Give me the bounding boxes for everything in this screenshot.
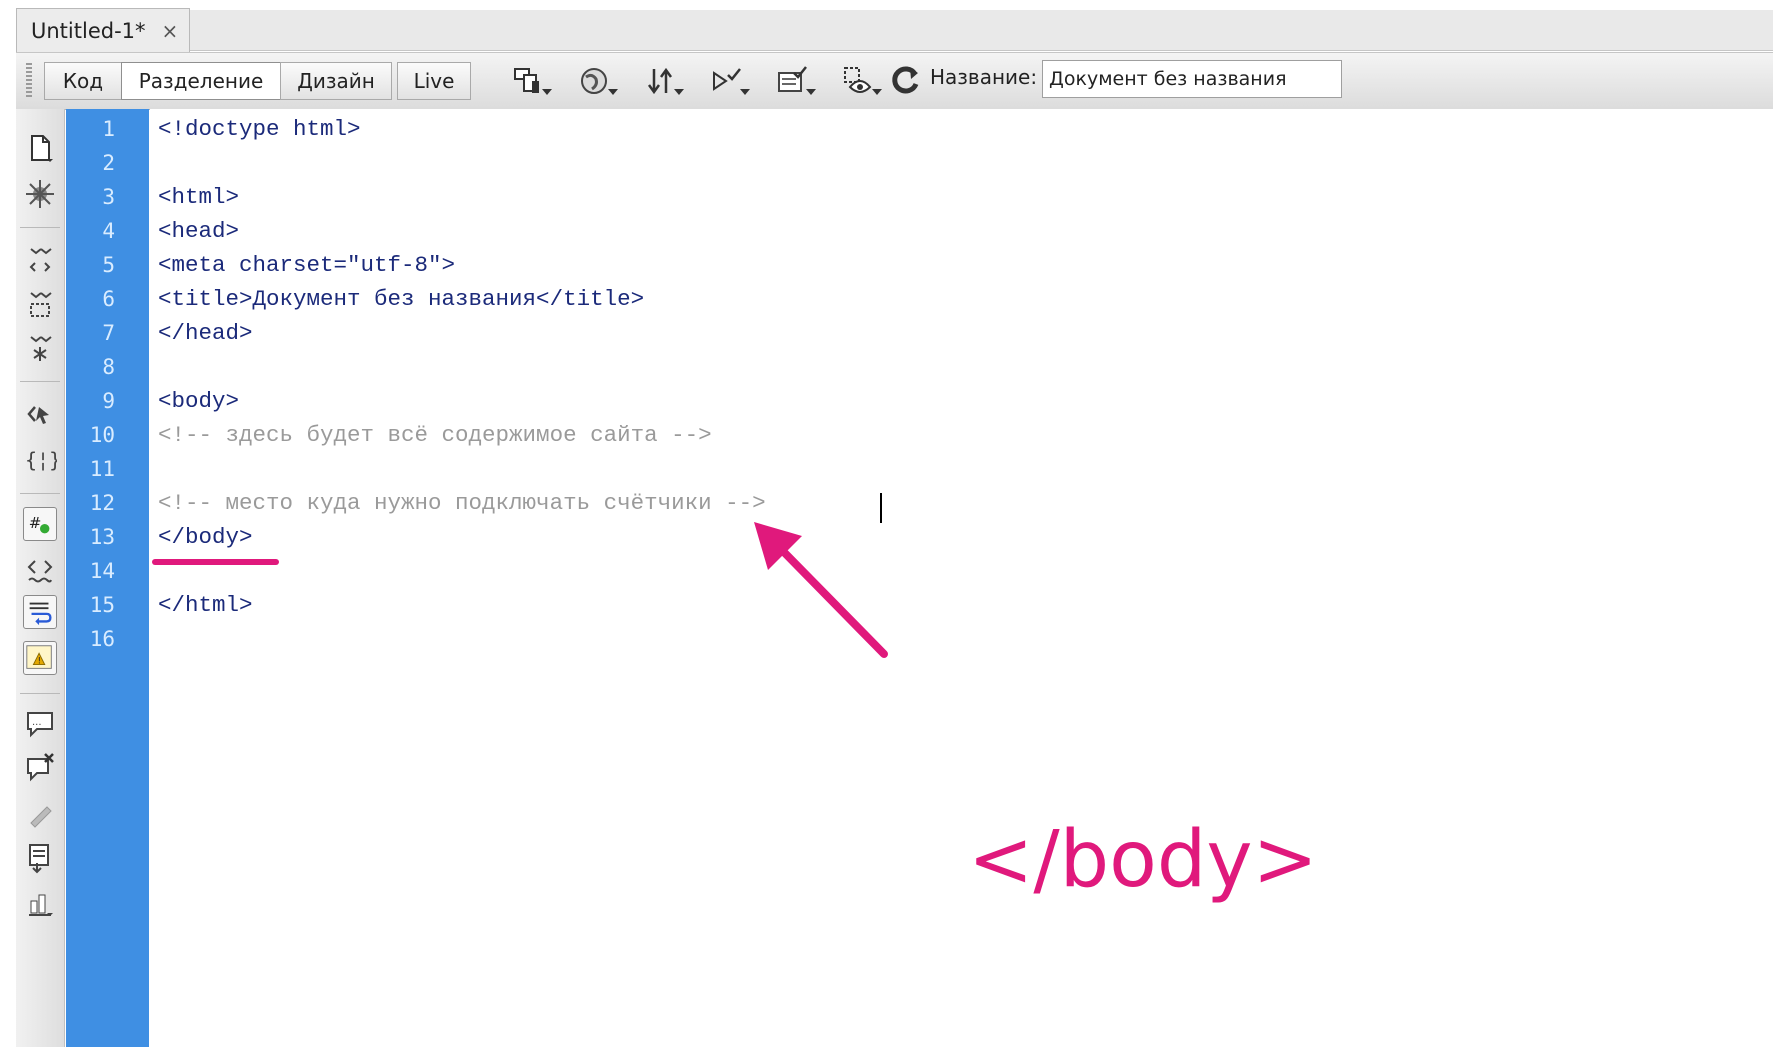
move-css-icon[interactable]: [23, 887, 57, 921]
line-number: 6: [102, 287, 115, 311]
code-line[interactable]: <body>: [158, 384, 239, 418]
code-line[interactable]: <head>: [158, 214, 239, 248]
line-number: 12: [89, 491, 115, 515]
toolbar-divider: [20, 381, 60, 382]
code-editor[interactable]: <!doctype html> <html> <head> <meta char…: [150, 109, 1773, 1047]
split-view-button[interactable]: Разделение: [121, 62, 281, 100]
line-number: 15: [89, 593, 115, 617]
line-number: 9: [102, 389, 115, 413]
line-number: 10: [89, 423, 115, 447]
design-view-button[interactable]: Дизайн: [280, 62, 392, 100]
select-parent-tag-icon[interactable]: [23, 397, 57, 431]
code-line[interactable]: <!doctype html>: [158, 112, 361, 146]
open-documents-icon[interactable]: [23, 131, 57, 165]
syntax-error-alerts-icon[interactable]: !: [23, 641, 57, 675]
document-title-input[interactable]: [1042, 60, 1342, 98]
collapse-selection-icon[interactable]: [23, 287, 57, 321]
apply-comment-icon[interactable]: ...: [23, 707, 57, 741]
toolbar-grip[interactable]: [26, 63, 32, 99]
svg-text:!: !: [38, 656, 41, 666]
line-number: 16: [89, 627, 115, 651]
coding-toolbar: {¦} # ! ...: [16, 109, 65, 1047]
toolbar-divider: [20, 227, 60, 228]
collapse-full-tag-icon[interactable]: [23, 243, 57, 277]
annotation-label: </body>: [968, 815, 1318, 905]
tab-bar-background: [190, 10, 1773, 51]
code-line[interactable]: <meta charset="utf-8">: [158, 248, 455, 282]
line-number: 5: [102, 253, 115, 277]
expand-all-icon[interactable]: [23, 331, 57, 365]
line-number: 1: [102, 117, 115, 141]
line-number: 14: [89, 559, 115, 583]
w3c-validation-icon[interactable]: [704, 61, 756, 101]
code-comment-line[interactable]: <!-- здесь будет всё содержимое сайта --…: [158, 418, 712, 452]
live-view-button[interactable]: Live: [397, 62, 471, 100]
code-line[interactable]: </body>: [158, 520, 253, 554]
annotation-arrow-icon: [754, 522, 888, 658]
title-label: Название:: [930, 65, 1038, 89]
code-line[interactable]: <title>Документ без названия</title>: [158, 282, 644, 316]
svg-text:#: #: [29, 514, 42, 532]
code-line[interactable]: </head>: [158, 316, 253, 350]
remove-comment-icon[interactable]: [23, 751, 57, 785]
code-view-button[interactable]: Код: [44, 62, 122, 100]
line-number-gutter: 1 2 3 4 5 6 7 8 9 10 11 12 13 14 15 16: [66, 109, 149, 1047]
check-browser-compatibility-icon[interactable]: [770, 61, 822, 101]
line-number: 2: [102, 151, 115, 175]
recent-snippets-icon[interactable]: [23, 841, 57, 875]
line-numbers-icon[interactable]: #: [23, 507, 57, 541]
word-wrap-icon[interactable]: [23, 595, 57, 629]
svg-text:...: ...: [32, 717, 42, 728]
line-number: 3: [102, 185, 115, 209]
refresh-icon[interactable]: [888, 64, 922, 98]
show-code-navigator-icon[interactable]: [23, 177, 57, 211]
code-line[interactable]: <html>: [158, 180, 239, 214]
line-number: 8: [102, 355, 115, 379]
svg-text:{¦}: {¦}: [25, 448, 57, 472]
file-management-icon[interactable]: [638, 61, 690, 101]
visual-aids-icon[interactable]: [836, 61, 888, 101]
multiscreen-preview-icon[interactable]: [506, 61, 558, 101]
line-number: 4: [102, 219, 115, 243]
line-number: 13: [89, 525, 115, 549]
toolbar-divider: [20, 693, 60, 694]
document-toolbar: Код Разделение Дизайн Live Название: Док…: [16, 52, 1773, 110]
document-tab-label: Untitled-1*: [31, 18, 146, 43]
balance-braces-icon[interactable]: {¦}: [23, 443, 57, 477]
line-number: 7: [102, 321, 115, 345]
preview-in-browser-icon[interactable]: [572, 61, 624, 101]
code-comment-line[interactable]: <!-- место куда нужно подключать счётчик…: [158, 486, 766, 520]
toolbar-divider: [20, 493, 60, 494]
document-tab-bar: Untitled-1* ×: [0, 0, 1773, 52]
code-line[interactable]: </html>: [158, 588, 253, 622]
line-number: 11: [89, 457, 115, 481]
highlight-invalid-code-icon[interactable]: [23, 553, 57, 587]
close-tab-icon[interactable]: ×: [162, 19, 179, 43]
document-tab[interactable]: Untitled-1* ×: [16, 8, 190, 52]
annotation-underline: [152, 559, 279, 565]
wrap-tag-icon[interactable]: [23, 797, 57, 831]
